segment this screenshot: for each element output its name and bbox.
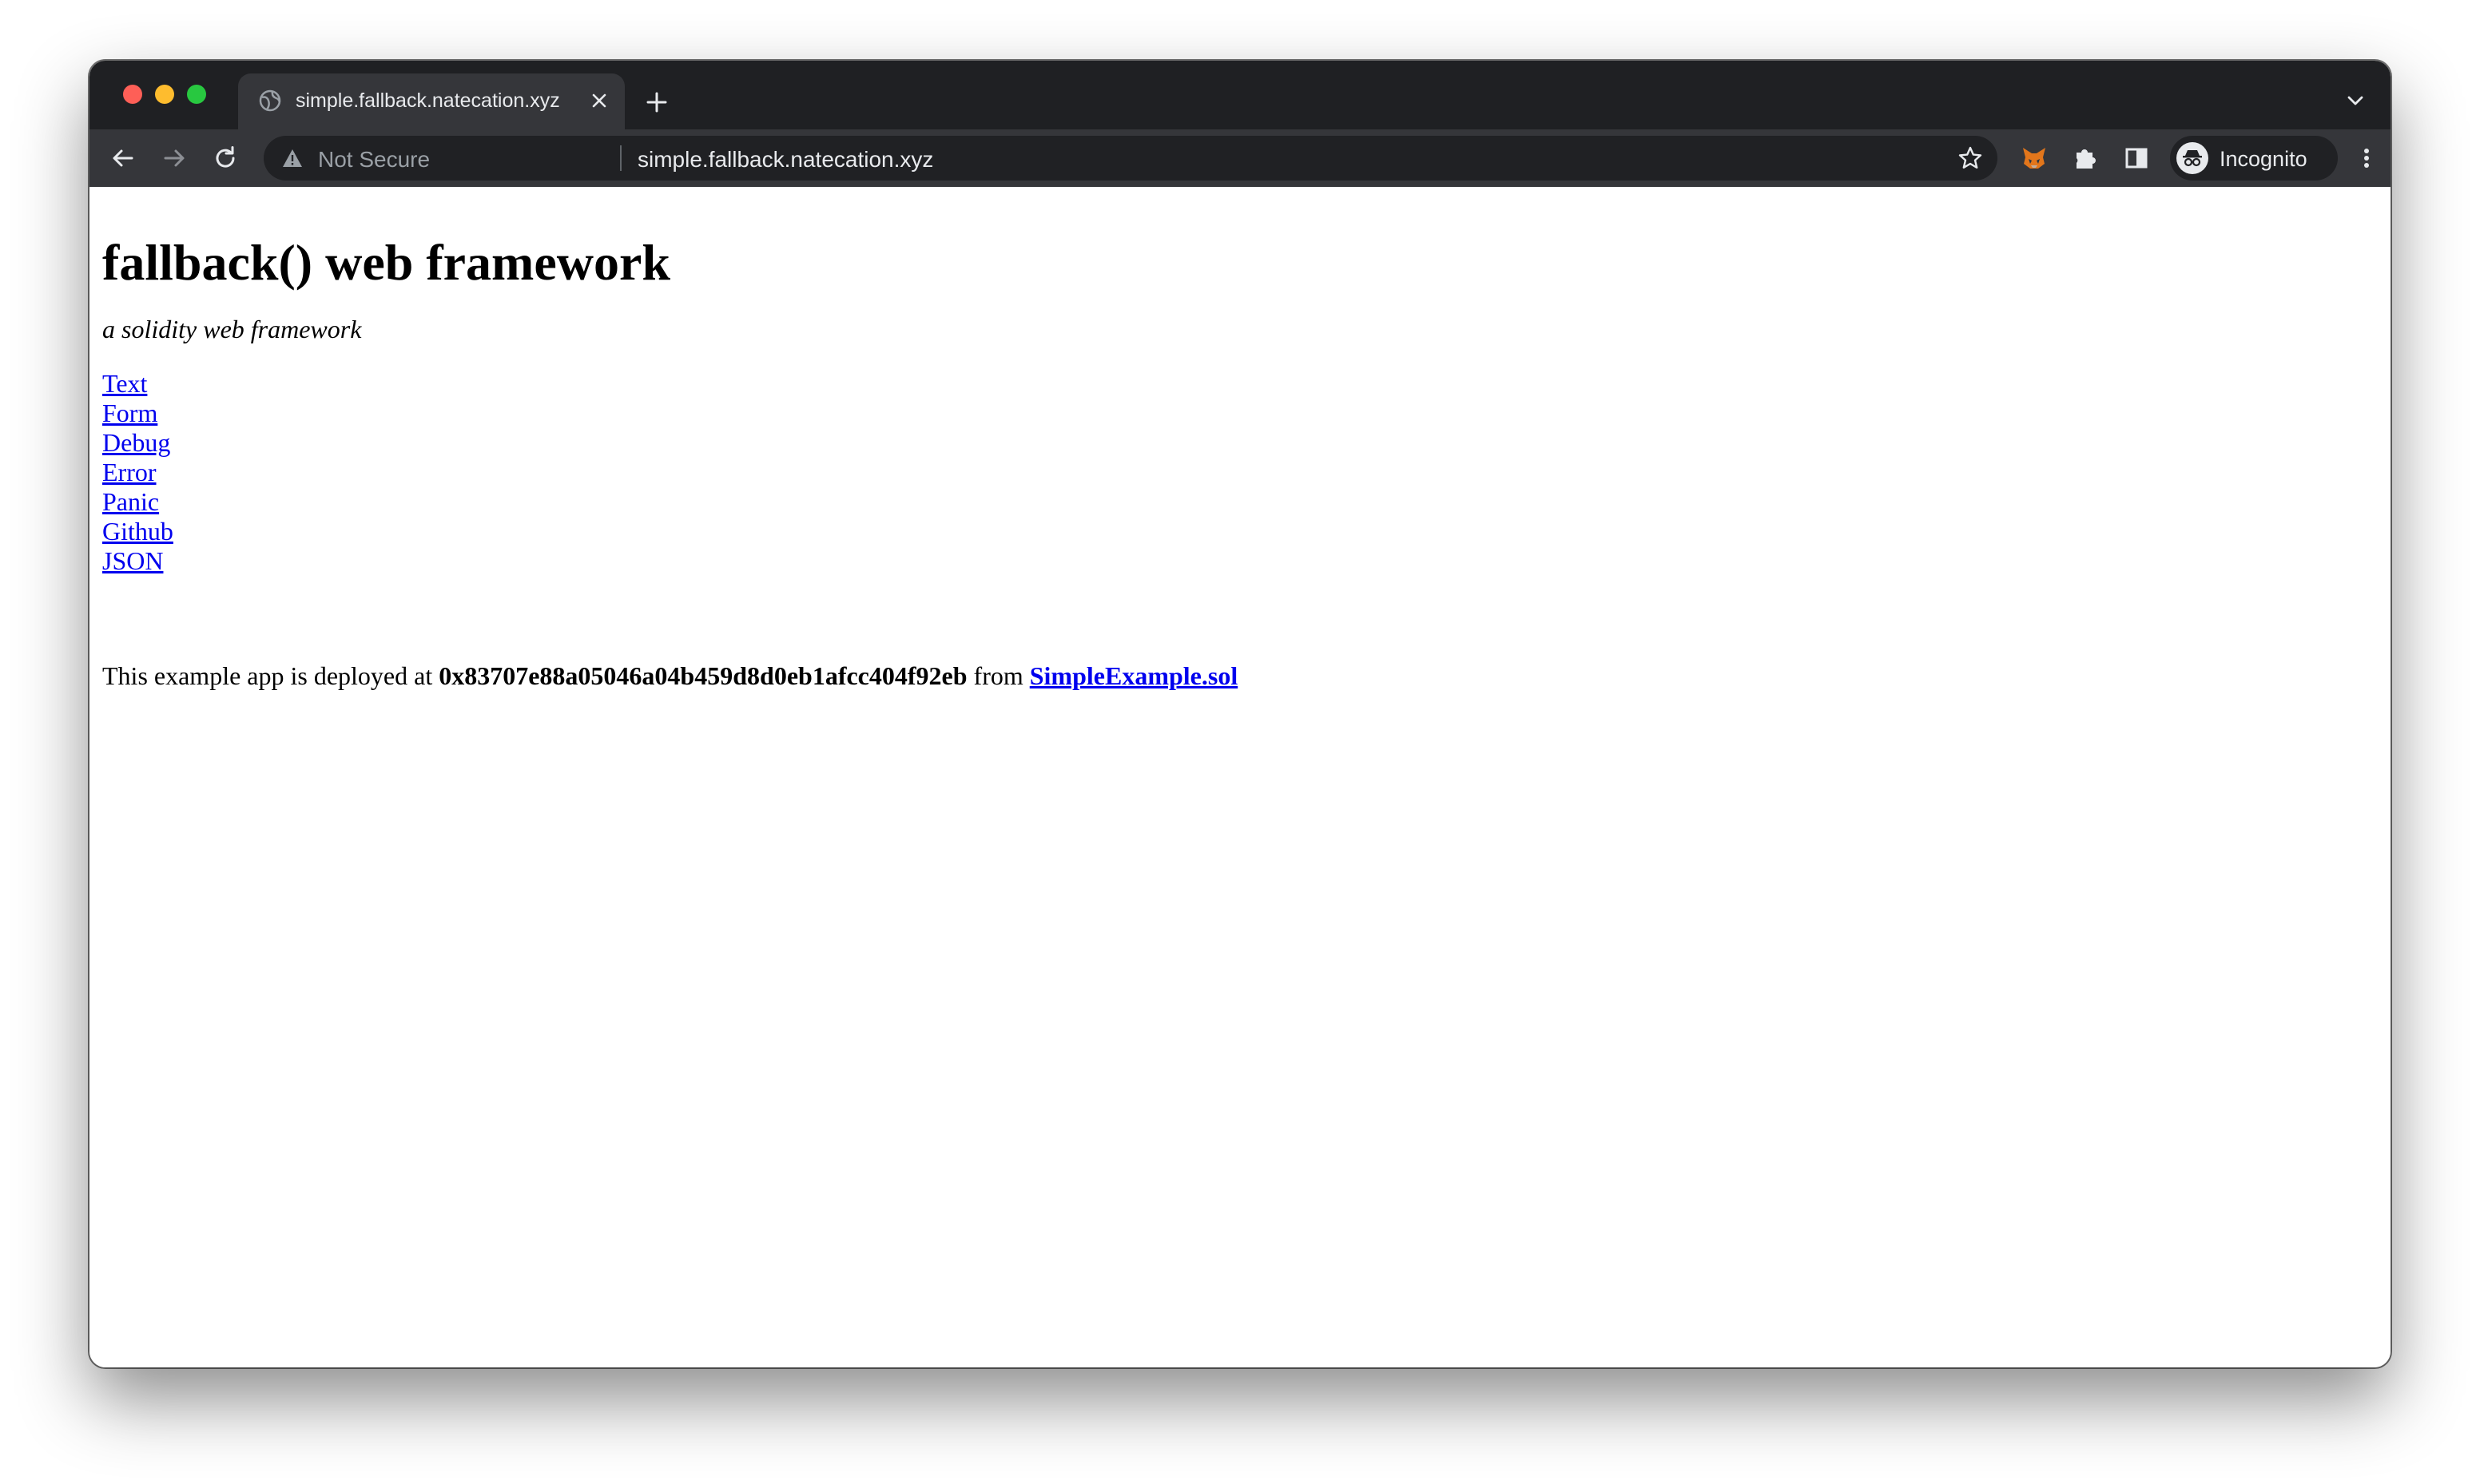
- link-form[interactable]: Form: [102, 399, 157, 428]
- close-icon[interactable]: [586, 88, 612, 113]
- link-text[interactable]: Text: [102, 369, 147, 399]
- incognito-profile-button[interactable]: Incognito: [2170, 136, 2338, 181]
- link-json[interactable]: JSON: [102, 546, 163, 576]
- link-github[interactable]: Github: [102, 517, 173, 546]
- globe-icon: [257, 88, 283, 113]
- incognito-icon: [2176, 142, 2208, 174]
- page-content: fallback() web framework a solidity web …: [89, 187, 2391, 1367]
- browser-toolbar: Not Secure simple.fallback.natecation.xy…: [89, 129, 2391, 187]
- forward-arrow-icon[interactable]: [155, 139, 193, 177]
- deploy-prefix: This example app is deployed at: [102, 661, 433, 690]
- star-icon[interactable]: [1953, 141, 1988, 176]
- side-panel-icon[interactable]: [2117, 139, 2156, 177]
- profile-label: Incognito: [2220, 147, 2307, 171]
- chevron-down-icon[interactable]: [2343, 88, 2368, 113]
- address-bar[interactable]: Not Secure simple.fallback.natecation.xy…: [264, 136, 1997, 181]
- link-panic[interactable]: Panic: [102, 487, 159, 517]
- tab-title: simple.fallback.natecation.xyz: [296, 89, 560, 112]
- deploy-middle: from: [973, 661, 1023, 690]
- kebab-menu-icon[interactable]: [2347, 139, 2386, 177]
- browser-window: simple.fallback.natecation.xyz Not Secur…: [89, 61, 2391, 1367]
- window-zoom-button[interactable]: [187, 85, 206, 104]
- window-close-button[interactable]: [123, 85, 142, 104]
- page-tagline: a solidity web framework: [102, 315, 362, 343]
- tab-strip: simple.fallback.natecation.xyz: [89, 61, 2391, 129]
- browser-tab[interactable]: simple.fallback.natecation.xyz: [238, 73, 625, 129]
- plus-icon[interactable]: [641, 86, 673, 118]
- source-file-link[interactable]: SimpleExample.sol: [1030, 661, 1238, 690]
- contract-address: 0x83707e88a05046a04b459d8d0eb1afcc404f92…: [439, 661, 968, 690]
- url-text[interactable]: simple.fallback.natecation.xyz: [638, 147, 933, 173]
- reload-icon[interactable]: [206, 139, 244, 177]
- page-title: fallback() web framework: [102, 234, 670, 291]
- fox-icon[interactable]: [2015, 139, 2053, 177]
- window-minimize-button[interactable]: [155, 85, 174, 104]
- warning-icon[interactable]: [281, 147, 304, 169]
- security-label[interactable]: Not Secure: [318, 147, 430, 173]
- nav-links: Text Form Debug Error Panic Github JSON: [102, 369, 173, 576]
- puzzle-icon[interactable]: [2066, 139, 2104, 177]
- link-error[interactable]: Error: [102, 458, 157, 487]
- deploy-info: This example app is deployed at 0x83707e…: [102, 661, 1238, 691]
- link-debug[interactable]: Debug: [102, 428, 170, 458]
- back-arrow-icon[interactable]: [104, 139, 142, 177]
- address-divider: [620, 145, 622, 171]
